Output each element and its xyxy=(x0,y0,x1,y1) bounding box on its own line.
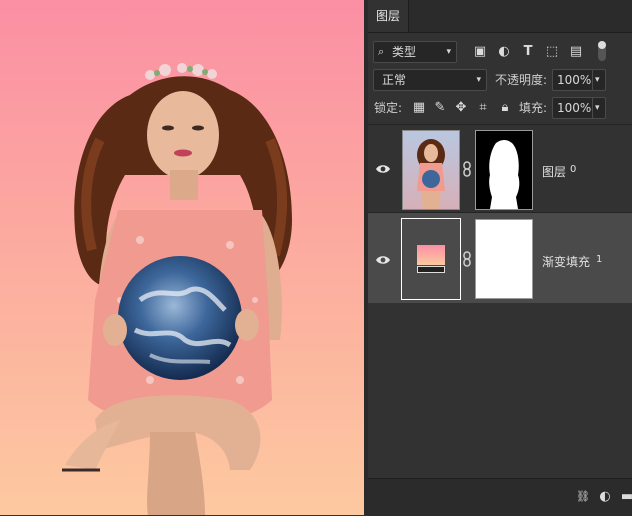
gradient-swatch xyxy=(417,245,445,265)
chevron-down-icon: ▾ xyxy=(476,75,481,85)
tab-layers[interactable]: 图层 xyxy=(368,0,410,32)
chevron-down-icon: ▾ xyxy=(595,103,600,113)
layer-index: 1 xyxy=(596,254,603,265)
layer-index: 0 xyxy=(570,164,577,175)
lock-image-pixels-icon[interactable]: ✎ xyxy=(431,99,449,117)
document-canvas[interactable] xyxy=(0,0,364,515)
opacity-value: 100% xyxy=(557,73,592,87)
gradient-fill-thumbnail[interactable] xyxy=(401,218,461,300)
image-filter-icon[interactable]: ▣ xyxy=(471,43,489,61)
fill-value: 100% xyxy=(557,101,592,115)
layer-row-selected[interactable]: 渐变填充 1 xyxy=(368,212,632,303)
layer-mask-thumbnail[interactable] xyxy=(475,219,533,299)
fill-label: 填充: xyxy=(519,101,548,115)
filter-toggle-icon[interactable] xyxy=(598,41,606,61)
shape-filter-icon[interactable]: ⬚ xyxy=(543,43,561,61)
layer-name[interactable]: 图层 xyxy=(542,163,566,180)
opacity-dropdown-button[interactable]: ▾ xyxy=(592,69,606,91)
filter-kind-label: 类型 xyxy=(392,45,417,59)
chevron-down-icon: ▾ xyxy=(595,75,600,85)
layers-panel: 图层 ⌕ 类型 ▾ ▣ ◐ T ⬚ ▤ 正常 ▾ 不透明度: 100% ▾ 锁定… xyxy=(368,0,632,516)
chain-link-icon[interactable] xyxy=(462,251,472,267)
smart-object-filter-icon[interactable]: ▤ xyxy=(567,43,585,61)
opacity-label: 不透明度: xyxy=(495,73,548,87)
visibility-eye-icon[interactable] xyxy=(375,163,391,175)
blend-row: 正常 ▾ 不透明度: 100% ▾ xyxy=(368,66,632,94)
lock-artboard-icon[interactable]: ⌗ xyxy=(474,99,492,117)
lock-row: 锁定: ▦ ✎ ✥ ⌗ 🔒︎ 填充: 100% ▾ xyxy=(368,95,632,123)
search-icon: ⌕ xyxy=(378,45,385,58)
layer-mask-thumbnail[interactable] xyxy=(475,130,533,210)
photo-subject xyxy=(62,63,292,515)
blend-mode-select[interactable]: 正常 ▾ xyxy=(373,69,487,91)
lock-transparency-icon[interactable]: ▦ xyxy=(410,99,428,117)
adjustment-filter-icon[interactable]: ◐ xyxy=(495,43,513,61)
filter-row: ⌕ 类型 ▾ ▣ ◐ T ⬚ ▤ xyxy=(368,38,632,66)
delete-layer-icon[interactable]: ▬ xyxy=(618,488,632,506)
layer-name[interactable]: 渐变填充 xyxy=(542,253,590,270)
panel-tab-bar: 图层 xyxy=(368,0,632,33)
lock-label: 锁定: xyxy=(374,101,403,115)
layer-row[interactable]: 图层 0 xyxy=(368,124,632,213)
link-layers-icon[interactable]: ⛓ xyxy=(574,488,592,506)
adjustment-layer-icon[interactable]: ◐ xyxy=(596,488,614,506)
type-filter-icon[interactable]: T xyxy=(519,43,537,61)
chevron-down-icon: ▾ xyxy=(446,47,451,57)
lock-all-icon[interactable]: 🔒︎ xyxy=(496,99,514,117)
fill-dropdown-button[interactable]: ▾ xyxy=(592,97,606,119)
layer-thumbnail xyxy=(402,130,460,210)
visibility-eye-icon[interactable] xyxy=(375,254,391,266)
chain-link-icon[interactable] xyxy=(462,161,472,177)
filter-kind-select[interactable]: ⌕ 类型 ▾ xyxy=(373,41,457,63)
layers-footer-toolbar: ⛓ ◐ ▬ xyxy=(368,478,632,516)
gradient-fill-icon xyxy=(417,266,445,273)
blend-mode-value: 正常 xyxy=(382,73,407,87)
lock-position-icon[interactable]: ✥ xyxy=(452,99,470,117)
